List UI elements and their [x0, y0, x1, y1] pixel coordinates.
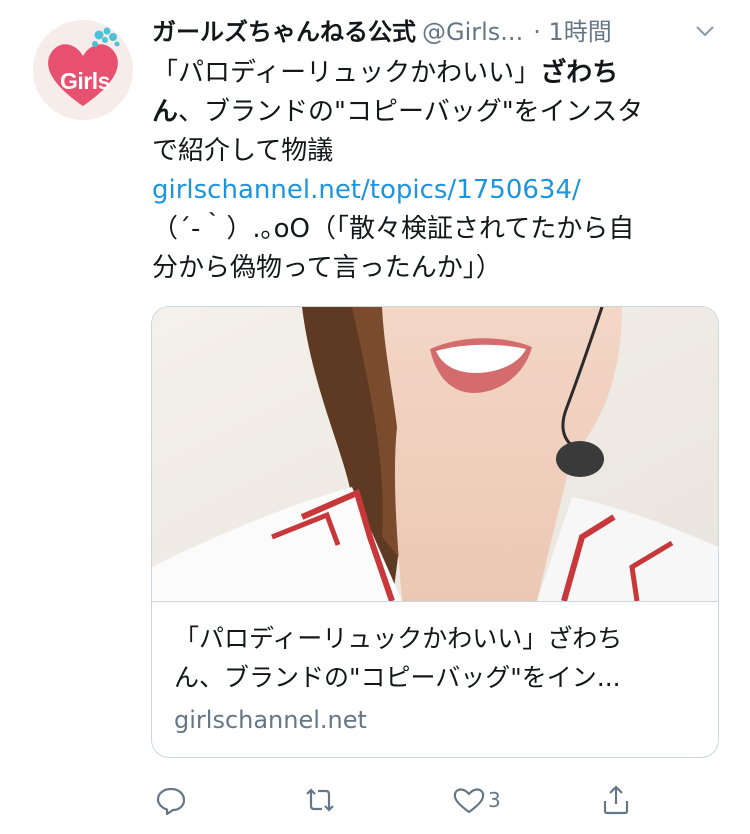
card-title: 「パロディーリュックかわいい」ざわち ん、ブランドの"コピーバッグ"をイン...	[174, 619, 704, 697]
tweet-text-line: 、ブランドの"コピーバッグ"をインスタ	[178, 97, 644, 127]
card-title-line: ん、ブランドの"コピーバッグ"をイン...	[174, 663, 621, 692]
tweet-text: 「パロディーリュックかわいい」ざわち ん、ブランドの"コピーバッグ"をインスタ …	[152, 54, 732, 288]
card-image	[152, 307, 718, 601]
tweet-header: ガールズちゃんねる公式 @Girls... · 1時間	[152, 14, 727, 50]
retweet-icon	[306, 788, 334, 812]
card-title-line: 「パロディーリュックかわいい」ざわち	[174, 624, 623, 653]
avatar-logo-text: Girls	[60, 68, 110, 94]
tweet-text-line: で紹介して物議	[152, 136, 334, 166]
timestamp[interactable]: · 1時間	[533, 18, 612, 46]
share-button[interactable]	[600, 780, 632, 820]
tweet-actions: 3	[0, 780, 750, 824]
tweet-text-bold: ん	[152, 97, 179, 127]
avatar[interactable]: Girls	[33, 20, 133, 120]
share-icon	[603, 785, 629, 815]
display-name[interactable]: ガールズちゃんねる公式	[152, 18, 416, 46]
tweet-text-line: （´-｀）.｡oO（「散々検証されてたから自	[152, 214, 635, 244]
link-card[interactable]: 「パロディーリュックかわいい」ざわち ん、ブランドの"コピーバッグ"をイン...…	[151, 306, 719, 758]
reply-button[interactable]	[155, 780, 187, 820]
card-domain: girlschannel.net	[174, 706, 367, 734]
like-icon	[453, 788, 485, 814]
retweet-button[interactable]	[303, 780, 337, 820]
tweet-link[interactable]: girlschannel.net/topics/1750634/	[152, 171, 732, 210]
like-count: 3	[488, 788, 501, 812]
tweet-text-line: 「パロディーリュックかわいい」	[152, 58, 541, 88]
card-divider	[152, 601, 718, 602]
reply-icon	[156, 787, 186, 816]
user-handle[interactable]: @Girls...	[422, 18, 523, 46]
tweet-text-line: 分から偽物って言ったんか」）	[152, 253, 502, 283]
like-button[interactable]: 3	[452, 780, 501, 820]
caret-down-icon[interactable]	[695, 24, 715, 38]
tweet-text-bold: ざわち	[540, 58, 619, 88]
